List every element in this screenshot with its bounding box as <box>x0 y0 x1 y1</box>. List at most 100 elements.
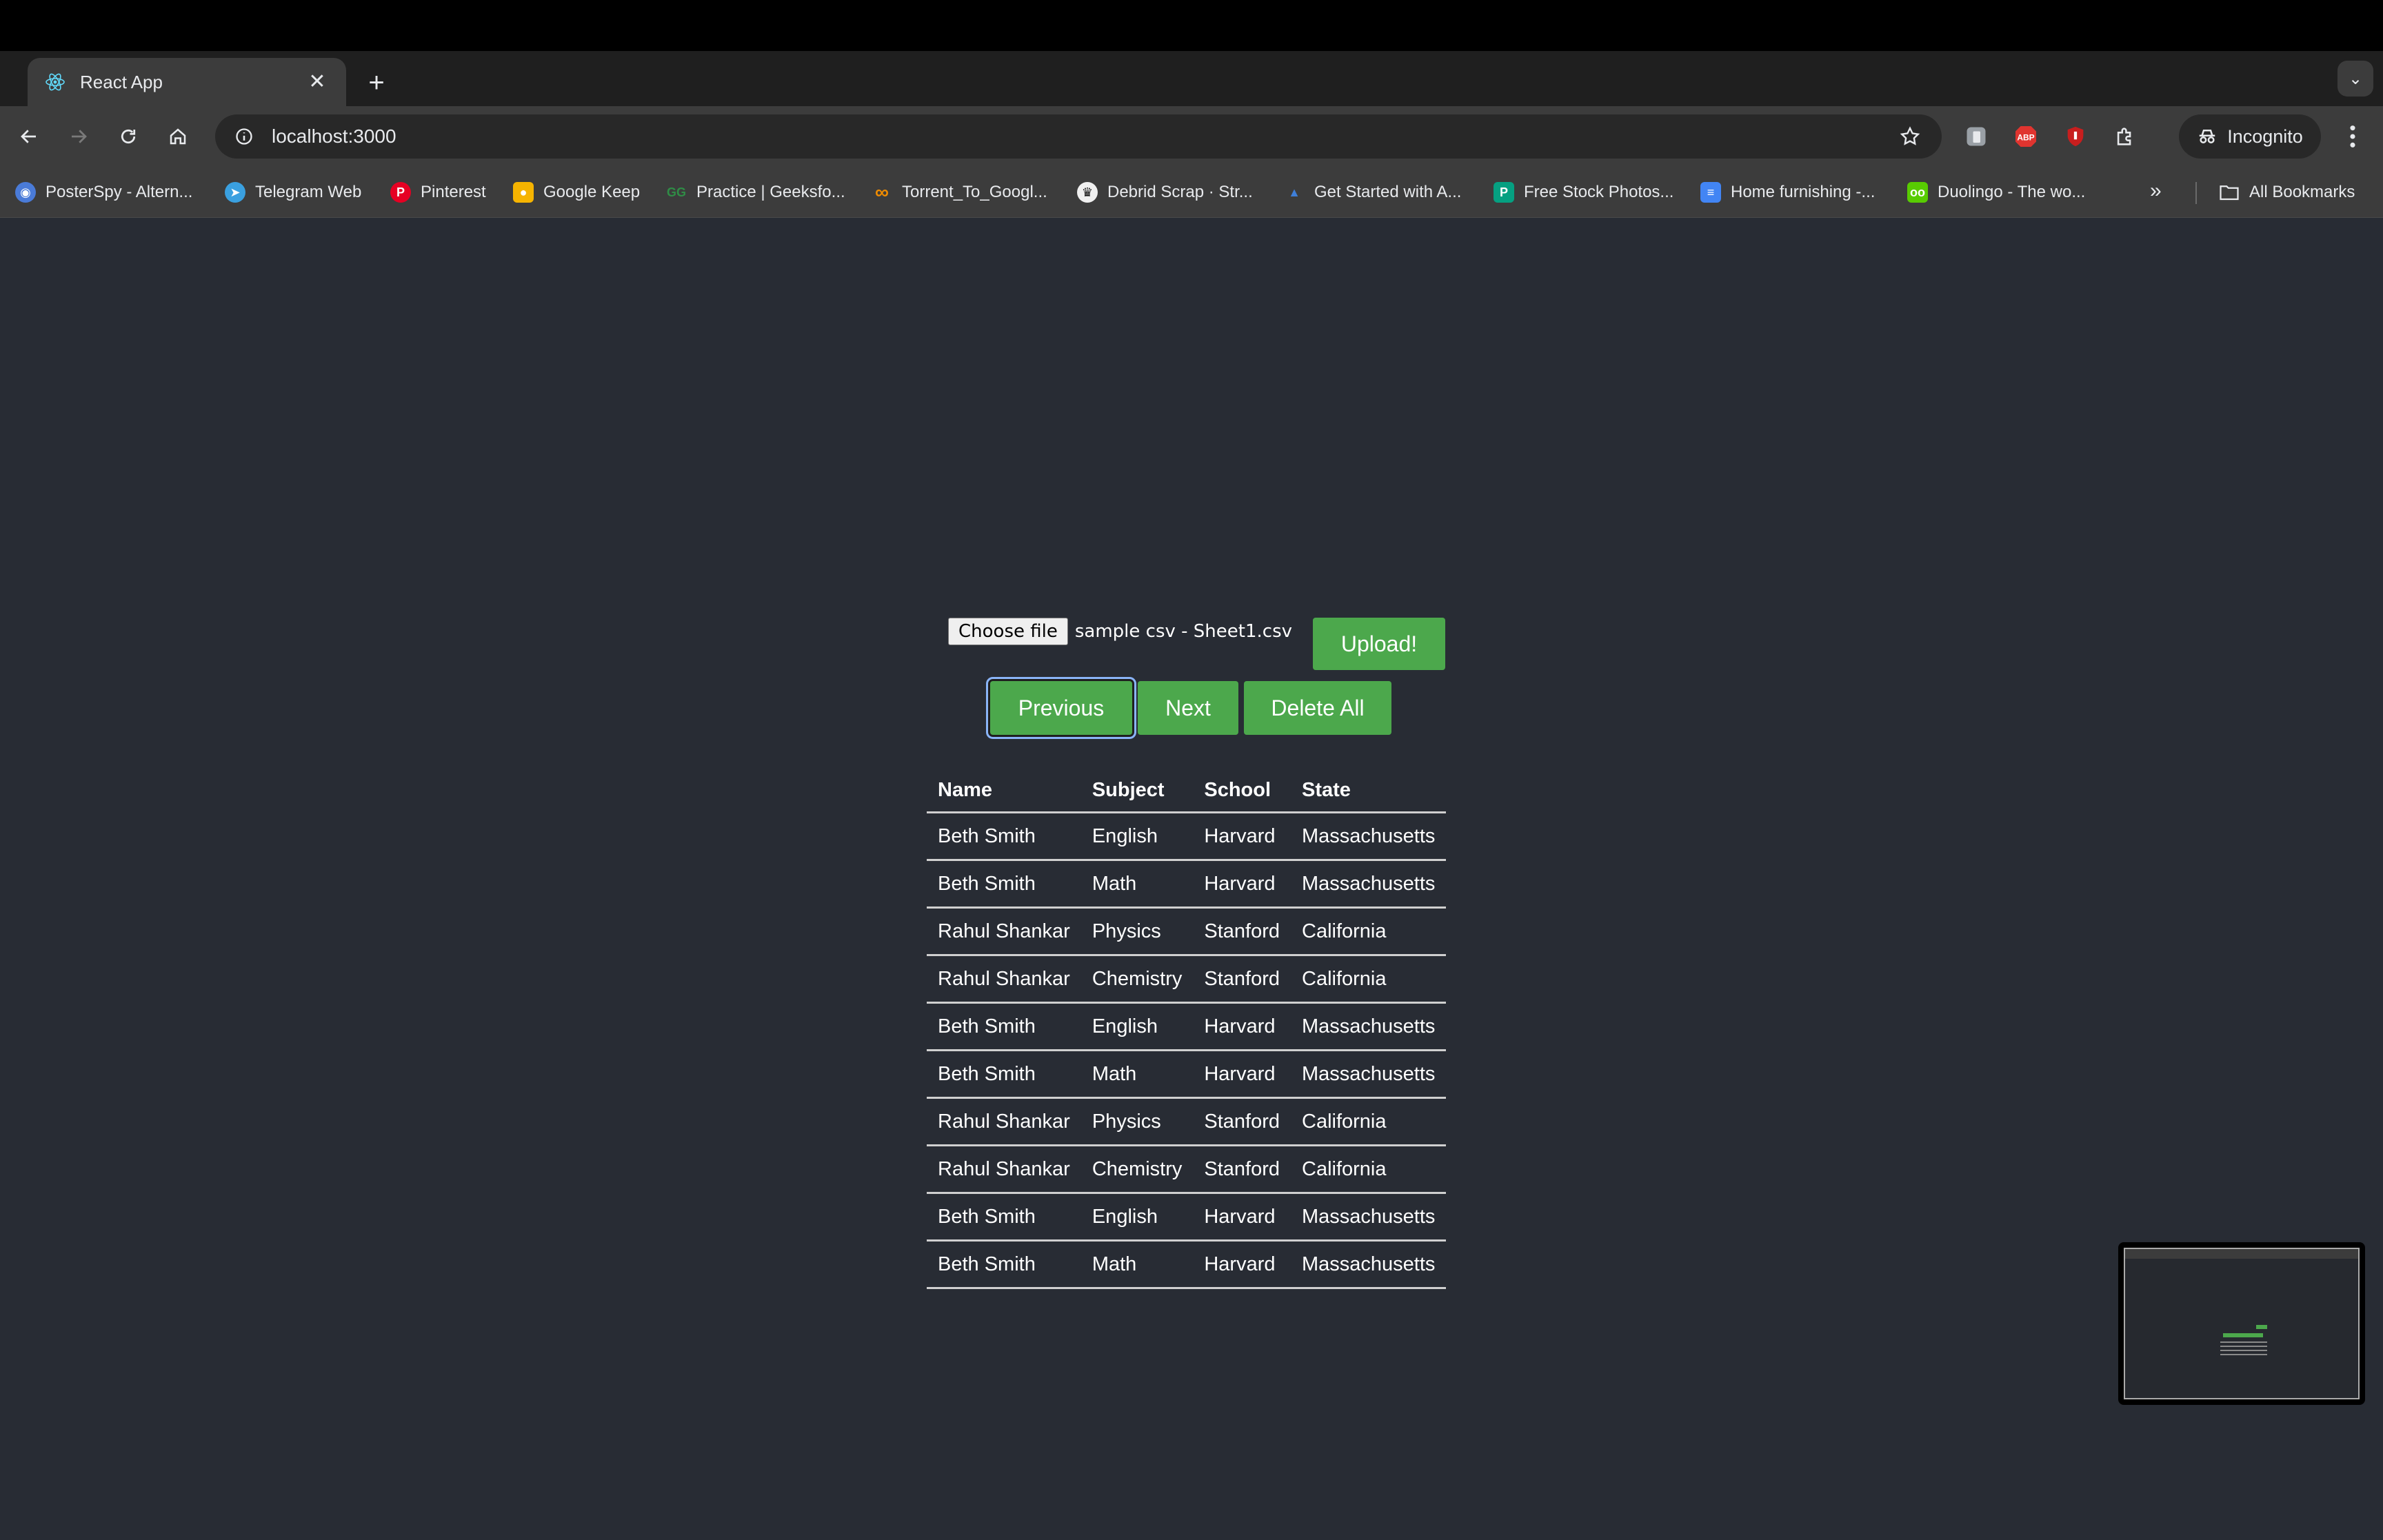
thumbnail-toolbar <box>2125 1249 2358 1259</box>
cell-state: Massachusetts <box>1291 860 1447 909</box>
thumbnail-table-line <box>2220 1341 2267 1343</box>
cell-school: Stanford <box>1193 1145 1291 1194</box>
table-body: Beth Smith English Harvard Massachusetts Bet… <box>927 812 1447 1289</box>
table-row: Rahul Shankar Chemistry Stanford California <box>927 1145 1447 1194</box>
bookmarks-divider <box>2195 182 2197 204</box>
table-row: Rahul Shankar Physics Stanford California <box>927 1097 1447 1146</box>
table-row: Beth Smith English Harvard Massachusetts <box>927 812 1447 861</box>
bookmark-item[interactable]: GG Practice | Geeksfo... <box>666 179 845 205</box>
cell-school: Stanford <box>1193 955 1291 1004</box>
cell-school: Harvard <box>1193 1193 1291 1242</box>
tab-react-app[interactable]: React App ✕ <box>28 58 346 106</box>
reload-icon[interactable] <box>110 119 146 154</box>
bookmarks-bar: ◉ PosterSpy - Altern... ➤ Telegram Web P… <box>0 167 2383 218</box>
forward-icon[interactable] <box>61 119 97 154</box>
infinity-icon: ∞ <box>875 181 889 203</box>
cell-name: Beth Smith <box>927 1193 1081 1242</box>
cell-subject: English <box>1080 812 1194 861</box>
column-header-state: State <box>1291 767 1447 813</box>
table-row: Rahul Shankar Chemistry Stanford California <box>927 955 1447 1004</box>
duolingo-icon: oo <box>1907 182 1928 203</box>
cell-subject: Chemistry <box>1080 1145 1194 1194</box>
bookmark-item[interactable]: ≡ Home furnishing -... <box>1700 179 1875 205</box>
delete-all-button[interactable]: Delete All <box>1244 681 1391 735</box>
adblock-plus-icon[interactable]: ABP <box>2012 123 2040 150</box>
table-row: Beth Smith Math Harvard Massachusetts <box>927 1050 1447 1099</box>
cell-name: Rahul Shankar <box>927 907 1081 956</box>
all-bookmarks-button[interactable]: All Bookmarks <box>2219 179 2355 205</box>
bookmark-item[interactable]: ♛ Debrid Scrap · Str... <box>1077 179 1253 205</box>
cell-name: Beth Smith <box>927 1050 1081 1099</box>
bookmark-item[interactable]: P Pinterest <box>390 179 486 205</box>
csv-data-table: Name Subject School State Beth Smith Engl… <box>927 767 1447 1289</box>
column-header-subject: Subject <box>1080 767 1194 813</box>
table-row: Rahul Shankar Physics Stanford California <box>927 907 1447 956</box>
svg-text:ABP: ABP <box>2017 132 2034 142</box>
extensions-puzzle-icon[interactable] <box>2111 123 2139 150</box>
address-bar[interactable]: localhost:3000 <box>215 114 1942 159</box>
next-button[interactable]: Next <box>1138 681 1238 735</box>
cell-state: Massachusetts <box>1291 1050 1447 1099</box>
choose-file-button[interactable]: Choose file <box>948 618 1068 645</box>
cell-school: Stanford <box>1193 907 1291 956</box>
bookmark-item[interactable]: ∞ Torrent_To_Googl... <box>872 179 1047 205</box>
previous-button[interactable]: Previous <box>990 681 1132 735</box>
docs-icon: ≡ <box>1700 182 1721 203</box>
cell-state: Massachusetts <box>1291 1193 1447 1242</box>
cell-subject: English <box>1080 1193 1194 1242</box>
cell-name: Rahul Shankar <box>927 1145 1081 1194</box>
folder-icon <box>2219 182 2240 203</box>
posterspy-icon: ◉ <box>15 182 36 203</box>
back-icon[interactable] <box>11 119 47 154</box>
home-icon[interactable] <box>160 119 196 154</box>
bookmark-item[interactable]: ◉ PosterSpy - Altern... <box>15 179 192 205</box>
cell-school: Harvard <box>1193 860 1291 909</box>
column-header-school: School <box>1193 767 1291 813</box>
cell-school: Stanford <box>1193 1097 1291 1146</box>
arch-icon: ▲ <box>1288 185 1300 199</box>
cell-state: California <box>1291 1145 1447 1194</box>
bookmark-item[interactable]: P Free Stock Photos... <box>1494 179 1673 205</box>
bookmark-item[interactable]: ● Google Keep <box>513 179 640 205</box>
bookmark-star-icon[interactable] <box>1895 121 1925 152</box>
tab-title: React App <box>80 71 163 92</box>
cell-name: Rahul Shankar <box>927 1097 1081 1146</box>
telegram-icon: ➤ <box>225 182 245 203</box>
bookmark-item[interactable]: oo Duolingo - The wo... <box>1907 179 2085 205</box>
tab-search-icon[interactable]: ⌄ <box>2337 61 2373 97</box>
incognito-indicator[interactable]: Incognito <box>2179 114 2321 159</box>
cell-subject: Math <box>1080 1240 1194 1289</box>
browser-menu-icon[interactable] <box>2337 120 2368 153</box>
extension-puzzle-gray-icon[interactable] <box>1962 123 1990 150</box>
browser-toolbar: localhost:3000 ABP Incognito <box>0 106 2383 167</box>
thumbnail-table-line <box>2220 1350 2267 1351</box>
more-bookmarks-icon[interactable]: » <box>2150 179 2162 203</box>
cell-state: Massachusetts <box>1291 1002 1447 1051</box>
ublock-icon[interactable] <box>2062 123 2089 150</box>
upload-button[interactable]: Upload! <box>1313 618 1445 670</box>
picture-in-picture-thumbnail[interactable] <box>2118 1242 2365 1405</box>
react-icon <box>44 71 66 93</box>
table-row: Beth Smith English Harvard Massachusetts <box>927 1193 1447 1242</box>
selected-file-name: sample csv - Sheet1.csv <box>1074 621 1292 642</box>
thumbnail-preview <box>2124 1248 2360 1399</box>
cell-subject: Physics <box>1080 1097 1194 1146</box>
cell-subject: English <box>1080 1002 1194 1051</box>
cell-name: Rahul Shankar <box>927 955 1081 1004</box>
cell-school: Harvard <box>1193 1002 1291 1051</box>
site-info-icon[interactable] <box>232 124 257 149</box>
tab-close-icon[interactable]: ✕ <box>305 70 330 94</box>
file-upload-control: Choose file sample csv - Sheet1.csv <box>948 618 1292 645</box>
pexels-icon: P <box>1494 182 1514 203</box>
new-tab-icon[interactable]: + <box>360 66 393 99</box>
geeksforgeeks-icon: GG <box>666 185 686 199</box>
thumbnail-table-line <box>2220 1354 2267 1355</box>
cell-subject: Math <box>1080 860 1194 909</box>
bookmark-item[interactable]: ▲ Get Started with A... <box>1284 179 1461 205</box>
thumbnail-table-line <box>2220 1346 2267 1347</box>
cell-school: Harvard <box>1193 1240 1291 1289</box>
cell-state: Massachusetts <box>1291 812 1447 861</box>
cell-school: Harvard <box>1193 1050 1291 1099</box>
bookmark-item[interactable]: ➤ Telegram Web <box>225 179 361 205</box>
table-row: Beth Smith Math Harvard Massachusetts <box>927 1240 1447 1289</box>
